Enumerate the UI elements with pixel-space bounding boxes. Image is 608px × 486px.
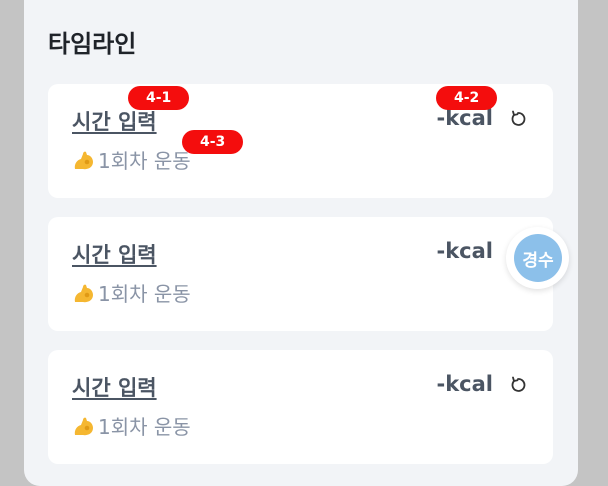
- timeline-card: 시간 입력 -kcal 1회차 운동: [48, 350, 553, 464]
- kcal-value: -kcal: [436, 372, 494, 396]
- flexed-biceps-icon: [74, 417, 93, 435]
- annotation-badge: 4-3: [182, 130, 244, 154]
- floating-avatar-container: 경수: [506, 227, 569, 289]
- annotation-badge: 4-2: [436, 86, 498, 110]
- session-text: 1회차 운동: [98, 149, 191, 173]
- session-text: 1회차 운동: [98, 282, 191, 306]
- time-input-link[interactable]: 시간 입력: [72, 372, 157, 402]
- time-input-link[interactable]: 시간 입력: [72, 106, 157, 136]
- timeline-title: 타임라인: [48, 30, 137, 58]
- session-text: 1회차 운동: [98, 415, 191, 439]
- reset-icon[interactable]: [507, 108, 529, 130]
- session-label: 1회차 운동: [72, 411, 191, 440]
- flexed-biceps-icon: [74, 151, 93, 169]
- annotation-badge: 4-1: [128, 86, 190, 110]
- reset-icon[interactable]: [507, 374, 529, 396]
- kcal-value: -kcal: [436, 239, 494, 263]
- session-label: 1회차 운동: [72, 278, 191, 307]
- session-label: 1회차 운동: [72, 145, 191, 174]
- floating-avatar-button[interactable]: 경수: [514, 234, 562, 282]
- timeline-card: 시간 입력 -kcal 1회차 운동: [48, 217, 553, 331]
- time-input-link[interactable]: 시간 입력: [72, 239, 157, 269]
- flexed-biceps-icon: [74, 284, 93, 302]
